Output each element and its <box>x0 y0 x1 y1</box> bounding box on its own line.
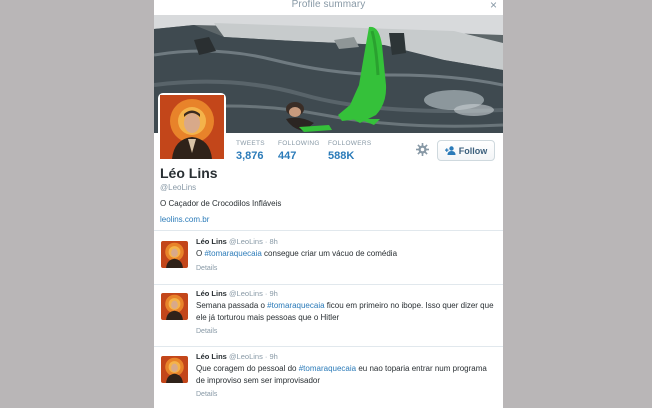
tweet-author-handle[interactable]: @LeoLins <box>229 237 263 246</box>
tweet-text-pre: Semana passada o <box>196 301 268 310</box>
tweet-avatar[interactable] <box>161 241 188 268</box>
divider <box>154 346 503 347</box>
stat-followers[interactable]: FOLLOWERS 588K <box>328 140 372 162</box>
profile-avatar[interactable] <box>158 93 226 161</box>
follow-button[interactable]: Follow <box>437 140 495 161</box>
gear-icon[interactable] <box>416 143 429 156</box>
tweet-header: Léo Lins @LeoLins · 9h <box>196 289 278 298</box>
tweet-time[interactable]: 9h <box>270 352 278 361</box>
tweet-details-link[interactable]: Details <box>196 265 217 272</box>
tweet-header: Léo Lins @LeoLins · 9h <box>196 352 278 361</box>
profile-bio: O Caçador de Crocodilos Infláveis <box>160 199 282 208</box>
profile-summary-modal: Profile summary × TWEETS 3,876 FOLLOWING… <box>154 0 503 408</box>
tweet-separator: · <box>264 289 268 298</box>
tweet-avatar[interactable] <box>161 356 188 383</box>
close-icon[interactable]: × <box>490 0 497 12</box>
tweet-author-name[interactable]: Léo Lins <box>196 237 227 246</box>
tweet-separator: · <box>264 352 268 361</box>
modal-title: Profile summary <box>291 0 366 10</box>
tweet-time[interactable]: 8h <box>270 237 278 246</box>
stat-tweets[interactable]: TWEETS 3,876 <box>236 140 265 162</box>
tweet-text-post: consegue criar um vácuo de comédia <box>261 249 398 258</box>
hashtag-link[interactable]: #tomaraquecaia <box>299 364 356 373</box>
tweet-text: O #tomaraquecaia consegue criar um vácuo… <box>196 248 496 260</box>
avatar-image <box>161 241 188 268</box>
tweet-item[interactable]: Léo Lins @LeoLins · 9h Que coragem do pe… <box>154 352 503 408</box>
tweet-author-name[interactable]: Léo Lins <box>196 289 227 298</box>
stat-label: FOLLOWERS <box>328 140 372 147</box>
tweet-text: Que coragem do pessoal do #tomaraquecaia… <box>196 363 496 387</box>
tweet-text-pre: Que coragem do pessoal do <box>196 364 299 373</box>
stat-label: FOLLOWING <box>278 140 320 147</box>
profile-handle[interactable]: @LeoLins <box>160 183 196 192</box>
stat-value: 3,876 <box>236 150 264 162</box>
stat-label: TWEETS <box>236 140 265 147</box>
tweet-author-name[interactable]: Léo Lins <box>196 352 227 361</box>
tweet-details-link[interactable]: Details <box>196 391 217 398</box>
add-user-icon <box>444 146 456 155</box>
stat-value: 447 <box>278 150 297 162</box>
hashtag-link[interactable]: #tomaraquecaia <box>204 249 261 258</box>
follow-label: Follow <box>458 145 488 156</box>
divider <box>154 230 503 231</box>
tweet-details-link[interactable]: Details <box>196 328 217 335</box>
divider <box>154 284 503 285</box>
stat-value: 588K <box>328 150 355 162</box>
tweet-header: Léo Lins @LeoLins · 8h <box>196 237 278 246</box>
modal-header: Profile summary × <box>154 0 503 13</box>
avatar-image <box>160 95 224 159</box>
tweet-avatar[interactable] <box>161 293 188 320</box>
stat-following[interactable]: FOLLOWING 447 <box>278 140 320 162</box>
tweet-time[interactable]: 9h <box>270 289 278 298</box>
hashtag-link[interactable]: #tomaraquecaia <box>267 301 324 310</box>
tweet-item[interactable]: Léo Lins @LeoLins · 9h Semana passada o … <box>154 289 503 349</box>
tweet-text: Semana passada o #tomaraquecaia ficou em… <box>196 300 496 324</box>
tweet-author-handle[interactable]: @LeoLins <box>229 352 263 361</box>
tweet-separator: · <box>264 237 268 246</box>
tweet-item[interactable]: Léo Lins @LeoLins · 8h O #tomaraquecaia … <box>154 237 503 285</box>
avatar-image <box>161 293 188 320</box>
profile-name[interactable]: Léo Lins <box>160 165 218 181</box>
avatar-image <box>161 356 188 383</box>
tweet-author-handle[interactable]: @LeoLins <box>229 289 263 298</box>
profile-website-link[interactable]: leolins.com.br <box>160 215 209 224</box>
